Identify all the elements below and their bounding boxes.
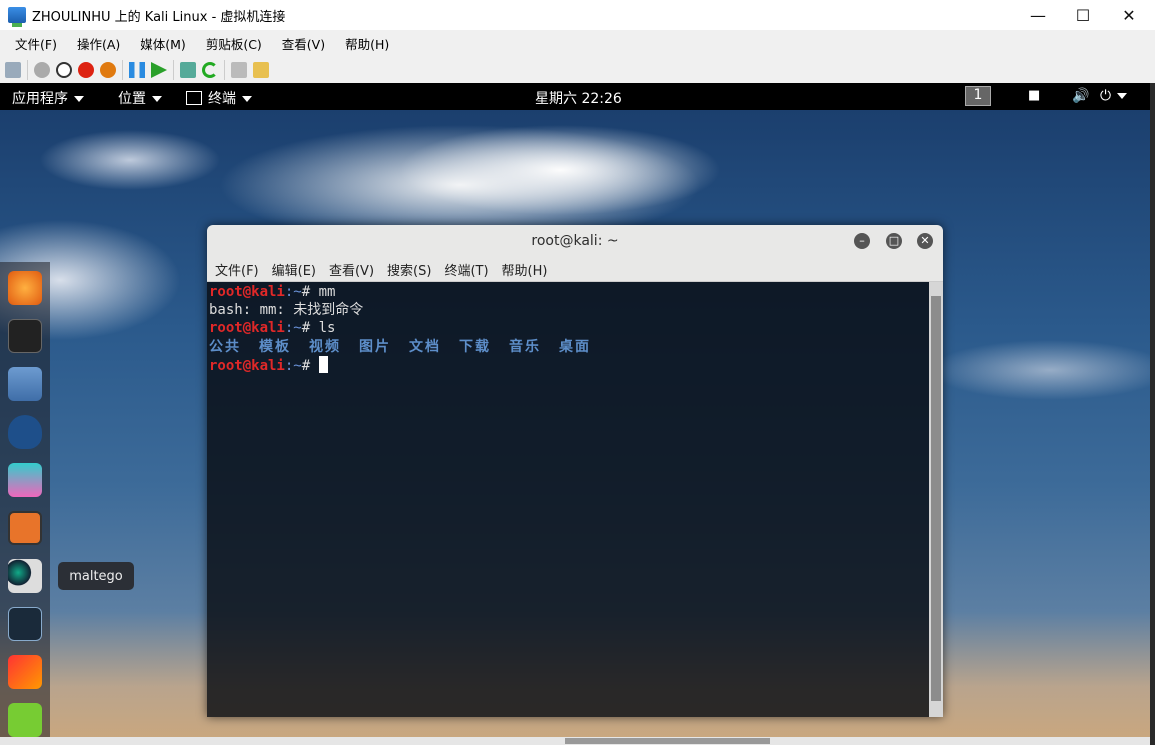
menu-help[interactable]: 帮助(H): [345, 34, 389, 53]
prompt-path: :~: [284, 357, 302, 374]
enhanced-session-icon[interactable]: [231, 62, 247, 78]
workspace-indicator[interactable]: 1: [965, 86, 991, 106]
maltego-icon[interactable]: [8, 559, 42, 593]
terminal-menu-bar: 文件(F) 编辑(E) 查看(V) 搜索(S) 终端(T) 帮助(H): [207, 257, 943, 282]
dock-tooltip: maltego: [58, 562, 134, 590]
window-title: ZHOULINHU 上的 Kali Linux - 虚拟机连接: [32, 9, 286, 25]
window-edge: [1150, 83, 1155, 745]
prompt-hash: #: [301, 357, 319, 374]
terminal-label: 终端: [208, 91, 236, 107]
dir-entry: 模板: [259, 338, 291, 355]
terminal-window: root@kali: ~ – □ ✕ 文件(F) 编辑(E) 查看(V) 搜索(…: [207, 225, 943, 717]
menu-view[interactable]: 查看(V): [282, 34, 325, 53]
camera-icon[interactable]: ■: [1028, 88, 1040, 103]
terminal-output[interactable]: root@kali:~# mm bash: mm: 未找到命令 root@kal…: [207, 282, 929, 717]
dir-entry: 文档: [409, 338, 441, 355]
horizontal-scrollbar[interactable]: [0, 737, 1150, 745]
menu-media[interactable]: 媒体(M): [140, 34, 186, 53]
terminal-maximize-button[interactable]: □: [886, 233, 902, 249]
resume-icon[interactable]: [151, 62, 167, 78]
beef-icon[interactable]: [8, 607, 42, 641]
pause-icon[interactable]: [129, 62, 145, 78]
kali-top-bar: 应用程序 位置 终端 星期六 22:26 1 ■ 🔊 ⏻: [0, 83, 1150, 110]
tmenu-help[interactable]: 帮助(H): [502, 260, 548, 279]
dir-entry: 视频: [309, 338, 341, 355]
armitage-icon[interactable]: [8, 463, 42, 497]
terminal-title: root@kali: ~: [531, 233, 619, 249]
dir-entry: 桌面: [559, 338, 591, 355]
prompt-hash: #: [301, 284, 319, 300]
ctrl-alt-del-icon[interactable]: [5, 62, 21, 78]
terminal-line: root@kali:~# mm: [209, 283, 927, 301]
revert-icon[interactable]: [202, 62, 218, 78]
window-titlebar: ZHOULINHU 上的 Kali Linux - 虚拟机连接 — ☐ ✕: [0, 0, 1155, 30]
terminal-menu[interactable]: 终端: [186, 88, 252, 108]
terminal-minimize-button[interactable]: –: [854, 233, 870, 249]
dir-entry: 音乐: [509, 338, 541, 355]
tmenu-search[interactable]: 搜索(S): [387, 260, 431, 279]
scrollbar-thumb[interactable]: [565, 738, 770, 744]
start-icon[interactable]: [34, 62, 50, 78]
menu-action[interactable]: 操作(A): [77, 34, 120, 53]
scrollbar-thumb[interactable]: [931, 296, 941, 701]
tmenu-terminal[interactable]: 终端(T): [444, 260, 488, 279]
tmenu-edit[interactable]: 编辑(E): [272, 260, 316, 279]
terminal-titlebar[interactable]: root@kali: ~ – □ ✕: [207, 225, 943, 257]
power-icon[interactable]: ⏻: [1100, 88, 1128, 104]
firefox-icon[interactable]: [8, 271, 42, 305]
volume-icon[interactable]: 🔊: [1072, 88, 1089, 104]
dock: [0, 262, 50, 737]
faraday-icon[interactable]: [8, 655, 42, 689]
command: ls: [318, 320, 336, 337]
prompt-user: root@kali: [209, 320, 285, 337]
terminal-line: bash: mm: 未找到命令: [209, 302, 364, 319]
menu-file[interactable]: 文件(F): [15, 34, 57, 53]
terminal-line: root@kali:~#: [209, 355, 927, 375]
places-menu[interactable]: 位置: [118, 88, 162, 108]
checkpoint-icon[interactable]: [180, 62, 196, 78]
dir-entry: 下载: [459, 338, 491, 355]
terminal-app-icon: [186, 91, 202, 105]
dir-entry: 公共: [209, 338, 241, 355]
terminal-line: root@kali:~# ls: [209, 319, 927, 337]
clock[interactable]: 星期六 22:26: [535, 88, 622, 108]
prompt-hash: #: [301, 320, 319, 337]
tmenu-file[interactable]: 文件(F): [215, 260, 259, 279]
prompt-path: :~: [284, 284, 302, 300]
text-cursor: [318, 355, 328, 373]
share-icon[interactable]: [253, 62, 269, 78]
maximize-button[interactable]: ☐: [1060, 0, 1106, 30]
minimize-button[interactable]: —: [1015, 0, 1061, 30]
metasploit-icon[interactable]: [8, 415, 42, 449]
terminal-line-ls: 公共 模板 视频 图片 文档 下载 音乐 桌面: [209, 338, 927, 356]
turn-off-icon[interactable]: [56, 62, 72, 78]
vm-connect-icon: [8, 7, 26, 27]
close-button[interactable]: ✕: [1106, 0, 1152, 30]
terminal-close-button[interactable]: ✕: [917, 233, 933, 249]
leafpad-icon[interactable]: [8, 703, 42, 737]
prompt-path: :~: [284, 320, 302, 337]
burpsuite-icon[interactable]: [8, 511, 42, 545]
menu-bar: 文件(F) 操作(A) 媒体(M) 剪贴板(C) 查看(V) 帮助(H): [0, 30, 1155, 57]
prompt-user: root@kali: [209, 357, 285, 374]
places-label: 位置: [118, 91, 146, 107]
prompt-user: root@kali: [209, 284, 285, 300]
tmenu-view[interactable]: 查看(V): [329, 260, 374, 279]
applications-menu[interactable]: 应用程序: [12, 88, 84, 108]
toolbar: [0, 57, 1155, 83]
applications-label: 应用程序: [12, 91, 68, 107]
files-icon[interactable]: [8, 367, 42, 401]
save-icon[interactable]: [100, 62, 116, 78]
terminal-scrollbar[interactable]: [929, 282, 943, 717]
menu-clipboard[interactable]: 剪贴板(C): [206, 34, 262, 53]
shutdown-icon[interactable]: [78, 62, 94, 78]
terminal-dock-icon[interactable]: [8, 319, 42, 353]
command: mm: [318, 284, 336, 300]
dir-entry: 图片: [359, 338, 391, 355]
